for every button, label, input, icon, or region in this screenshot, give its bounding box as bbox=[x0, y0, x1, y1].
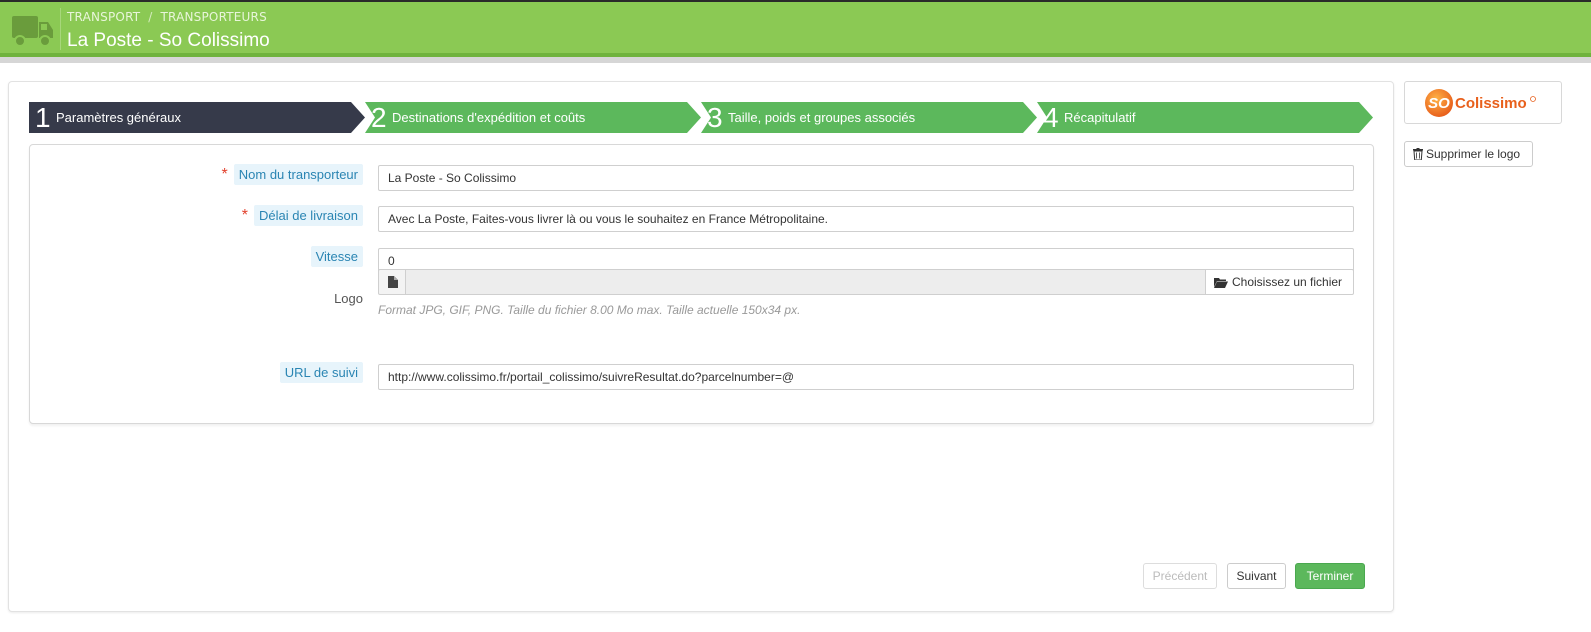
delete-logo-button[interactable]: Supprimer le logo bbox=[1404, 141, 1533, 167]
required-marker: * bbox=[221, 166, 228, 183]
logo-label: Logo bbox=[334, 291, 363, 306]
breadcrumb-separator: / bbox=[148, 10, 153, 24]
carrier-name-label: Nom du transporteur bbox=[233, 164, 363, 185]
choose-file-button[interactable]: Choisissez un fichier bbox=[1205, 269, 1354, 295]
tracking-url-label-row: URL de suivi bbox=[279, 362, 363, 383]
logo-help-text: Format JPG, GIF, PNG. Taille du fichier … bbox=[378, 303, 801, 317]
trash-icon bbox=[1413, 148, 1423, 161]
breadcrumb-carriers[interactable]: TRANSPORTEURS bbox=[161, 10, 267, 24]
colissimo-logo: SO Colissimo bbox=[1425, 89, 1536, 117]
logo-file-input: Choisissez un fichier bbox=[378, 269, 1354, 295]
logo-label-row: Logo bbox=[334, 291, 363, 306]
choose-file-label: Choisissez un fichier bbox=[1232, 275, 1343, 289]
carrier-name-label-row: * Nom du transporteur bbox=[221, 164, 363, 185]
step-1-label: Paramètres généraux bbox=[56, 110, 182, 125]
step-4-number: 4 bbox=[1043, 102, 1059, 133]
wizard-steps: 1 Paramètres généraux 2 Destinations d'e… bbox=[29, 102, 1373, 133]
delivery-delay-input[interactable]: Avec La Poste, Faites-vous livrer là ou … bbox=[378, 206, 1354, 232]
step-3-number: 3 bbox=[707, 102, 723, 133]
finish-button[interactable]: Terminer bbox=[1295, 563, 1365, 589]
file-icon bbox=[388, 276, 398, 288]
step-3-label: Taille, poids et groupes associés bbox=[728, 110, 916, 125]
delivery-delay-label-row: * Délai de livraison bbox=[241, 205, 363, 226]
logo-colissimo-text: Colissimo bbox=[1455, 95, 1527, 112]
folder-open-icon bbox=[1214, 278, 1228, 288]
breadcrumb: TRANSPORT / TRANSPORTEURS bbox=[67, 10, 267, 24]
breadcrumb-transport[interactable]: TRANSPORT bbox=[67, 10, 140, 24]
delete-logo-label: Supprimer le logo bbox=[1426, 147, 1521, 161]
step-shipping-destinations[interactable]: 2 Destinations d'expédition et coûts bbox=[365, 102, 701, 133]
header-shadow-bar bbox=[0, 57, 1591, 63]
carrier-name-input[interactable]: La Poste - So Colissimo bbox=[378, 165, 1354, 191]
carrier-form: * Nom du transporteur La Poste - So Colis… bbox=[29, 144, 1374, 424]
page-header: TRANSPORT / TRANSPORTEURS La Poste - So Co… bbox=[0, 0, 1591, 54]
step-1-number: 1 bbox=[35, 102, 51, 133]
logo-so-text: SO bbox=[1428, 95, 1450, 112]
step-general-settings[interactable]: 1 Paramètres généraux bbox=[29, 102, 365, 133]
previous-button[interactable]: Précédent bbox=[1143, 563, 1217, 589]
page-title: La Poste - So Colissimo bbox=[67, 30, 270, 51]
step-4-label: Récapitulatif bbox=[1064, 110, 1136, 125]
step-size-weight-groups[interactable]: 3 Taille, poids et groupes associés bbox=[701, 102, 1037, 133]
speed-label: Vitesse bbox=[310, 246, 363, 267]
carrier-logo-preview: SO Colissimo bbox=[1404, 81, 1562, 124]
next-button[interactable]: Suivant bbox=[1227, 563, 1286, 589]
wizard-panel: 1 Paramètres généraux 2 Destinations d'e… bbox=[8, 81, 1394, 612]
header-divider bbox=[60, 8, 61, 50]
speed-label-row: Vitesse bbox=[310, 246, 363, 267]
step-summary[interactable]: 4 Récapitulatif bbox=[1037, 102, 1373, 133]
required-marker: * bbox=[241, 207, 248, 224]
step-2-label: Destinations d'expédition et coûts bbox=[392, 110, 586, 125]
logo-file-name-field[interactable] bbox=[405, 269, 1206, 295]
delivery-delay-label: Délai de livraison bbox=[254, 205, 363, 226]
step-2-number: 2 bbox=[371, 102, 387, 133]
tracking-url-input[interactable]: http://www.colissimo.fr/portail_colissim… bbox=[378, 364, 1354, 390]
tracking-url-label: URL de suivi bbox=[279, 362, 363, 383]
file-addon bbox=[378, 269, 406, 295]
truck-icon bbox=[12, 16, 53, 47]
